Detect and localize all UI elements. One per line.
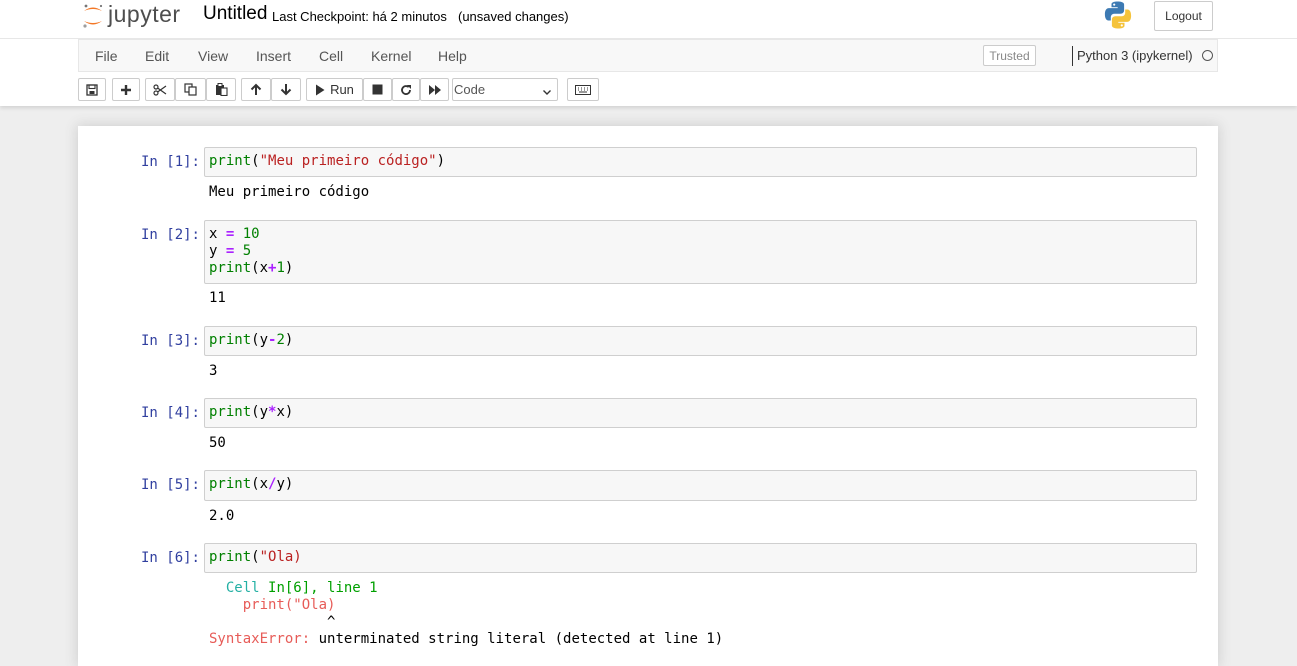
autosave-status: (unsaved changes) <box>458 9 569 24</box>
cell-output: 3 <box>209 363 218 379</box>
restart-icon <box>400 84 412 96</box>
header: jupyter Untitled Last Checkpoint: há 2 m… <box>0 0 1297 106</box>
paste-button[interactable] <box>206 78 236 101</box>
run-label: Run <box>330 82 354 97</box>
run-button[interactable]: Run <box>306 78 363 101</box>
header-bar: jupyter Untitled Last Checkpoint: há 2 m… <box>0 0 1297 38</box>
cell-output: 50 <box>209 435 226 451</box>
jupyter-logo-icon <box>82 2 104 30</box>
code-line: print(x/y) <box>209 476 294 492</box>
trusted-badge[interactable]: Trusted <box>983 45 1036 66</box>
code-line: print("Ola) <box>209 549 302 565</box>
cell-output: 11 <box>209 290 226 306</box>
restart-button[interactable] <box>392 78 420 101</box>
menu-kernel[interactable]: Kernel <box>371 48 411 64</box>
code-line: print("Meu primeiro código") <box>209 153 446 169</box>
traceback-caret: ^ <box>327 614 336 630</box>
cut-icon <box>153 83 167 96</box>
notebook-container: In [1]: print("Meu primeiro código") Meu… <box>78 126 1218 666</box>
command-palette-button[interactable] <box>567 78 599 101</box>
kernel-name[interactable]: Python 3 (ipykernel) <box>1077 48 1193 63</box>
input-prompt: In [4]: <box>140 405 200 421</box>
code-input[interactable]: print(x/y) <box>204 470 1197 501</box>
notebook-name[interactable]: Untitled <box>203 3 267 25</box>
code-input[interactable]: print("Meu primeiro código") <box>204 147 1197 177</box>
save-button[interactable] <box>78 78 106 101</box>
cut-button[interactable] <box>145 78 175 101</box>
menu-help[interactable]: Help <box>438 48 467 64</box>
code-input[interactable]: print(y*x) <box>204 398 1197 428</box>
menu-edit[interactable]: Edit <box>145 48 169 64</box>
arrow-down-icon <box>280 83 292 96</box>
menubar: File Edit View Insert Cell Kernel Help T… <box>78 39 1218 72</box>
input-prompt: In [3]: <box>140 333 200 349</box>
arrow-up-icon <box>250 83 262 96</box>
traceback-code-line: print("Ola) <box>242 597 336 613</box>
chevron-down-icon <box>542 83 552 105</box>
code-line: print(y*x) <box>209 404 294 420</box>
python-logo-icon <box>1103 0 1133 33</box>
menu-cell[interactable]: Cell <box>319 48 343 64</box>
insert-cell-button[interactable] <box>112 78 140 101</box>
input-prompt: In [2]: <box>140 227 200 243</box>
copy-icon <box>184 83 197 96</box>
move-up-button[interactable] <box>241 78 271 101</box>
stop-icon <box>372 84 383 95</box>
cell-type-select[interactable]: Code <box>452 78 558 101</box>
input-prompt: In [5]: <box>140 477 200 493</box>
save-icon <box>86 83 98 96</box>
kernel-idle-indicator-icon <box>1202 50 1213 61</box>
menu-file[interactable]: File <box>95 48 118 64</box>
code-line: print(y-2) <box>209 332 294 348</box>
cell-type-value: Code <box>454 82 486 97</box>
menu-view[interactable]: View <box>198 48 228 64</box>
code-line: x = 10 <box>209 226 260 242</box>
plus-icon <box>120 84 132 96</box>
paste-icon <box>215 83 228 96</box>
code-line: y = 5 <box>209 243 252 259</box>
run-icon <box>315 84 325 96</box>
kernel-separator <box>1072 46 1073 66</box>
code-input[interactable]: x = 10 y = 5 print(x+1) <box>204 220 1197 284</box>
keyboard-icon <box>575 84 591 95</box>
logout-button[interactable]: Logout <box>1154 1 1213 31</box>
move-down-button[interactable] <box>271 78 301 101</box>
checkpoint-status: Last Checkpoint: há 2 minutos <box>272 9 447 24</box>
code-input[interactable]: print("Ola) <box>204 543 1197 573</box>
traceback-location: Cell In[6], line 1 <box>225 580 378 596</box>
interrupt-button[interactable] <box>363 78 392 101</box>
fast-forward-icon <box>428 84 442 96</box>
code-input[interactable]: print(y-2) <box>204 326 1197 356</box>
input-prompt: In [1]: <box>140 154 200 170</box>
code-line: print(x+1) <box>209 260 294 276</box>
error-output: Cell In[6], line 1 print("Ola) ^ SyntaxE… <box>209 580 1199 648</box>
jupyter-logo[interactable]: jupyter <box>82 0 181 32</box>
menu-insert[interactable]: Insert <box>256 48 291 64</box>
input-prompt: In [6]: <box>140 550 200 566</box>
restart-run-all-button[interactable] <box>420 78 449 101</box>
jupyter-logo-text: jupyter <box>108 0 181 27</box>
cell-output: Meu primeiro código <box>209 184 370 200</box>
cell-output: 2.0 <box>209 508 235 524</box>
copy-button[interactable] <box>175 78 206 101</box>
